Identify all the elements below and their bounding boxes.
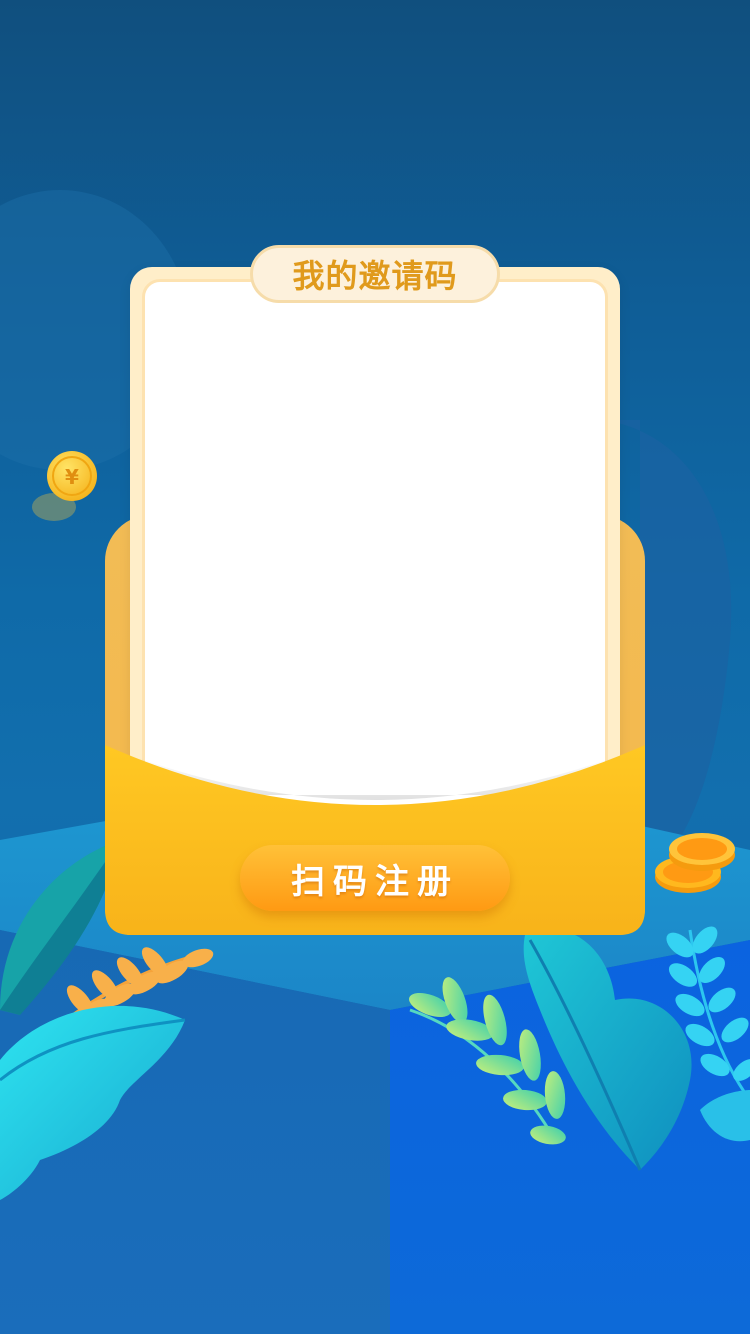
- yuan-coin-icon: ¥: [32, 451, 97, 521]
- qr-code-area: [195, 362, 565, 722]
- scan-register-label: 扫码注册: [291, 861, 459, 902]
- coin-stack-icon: [655, 833, 735, 893]
- svg-text:¥: ¥: [65, 465, 79, 489]
- card-title-badge: 我的邀请码: [250, 245, 500, 303]
- invite-poster-page: ¥ 我的邀请码 扫码注册: [0, 0, 750, 1334]
- card-title: 我的邀请码: [292, 257, 458, 295]
- scan-register-button[interactable]: 扫码注册: [240, 845, 510, 911]
- invite-card: 我的邀请码 扫码注册: [105, 245, 645, 935]
